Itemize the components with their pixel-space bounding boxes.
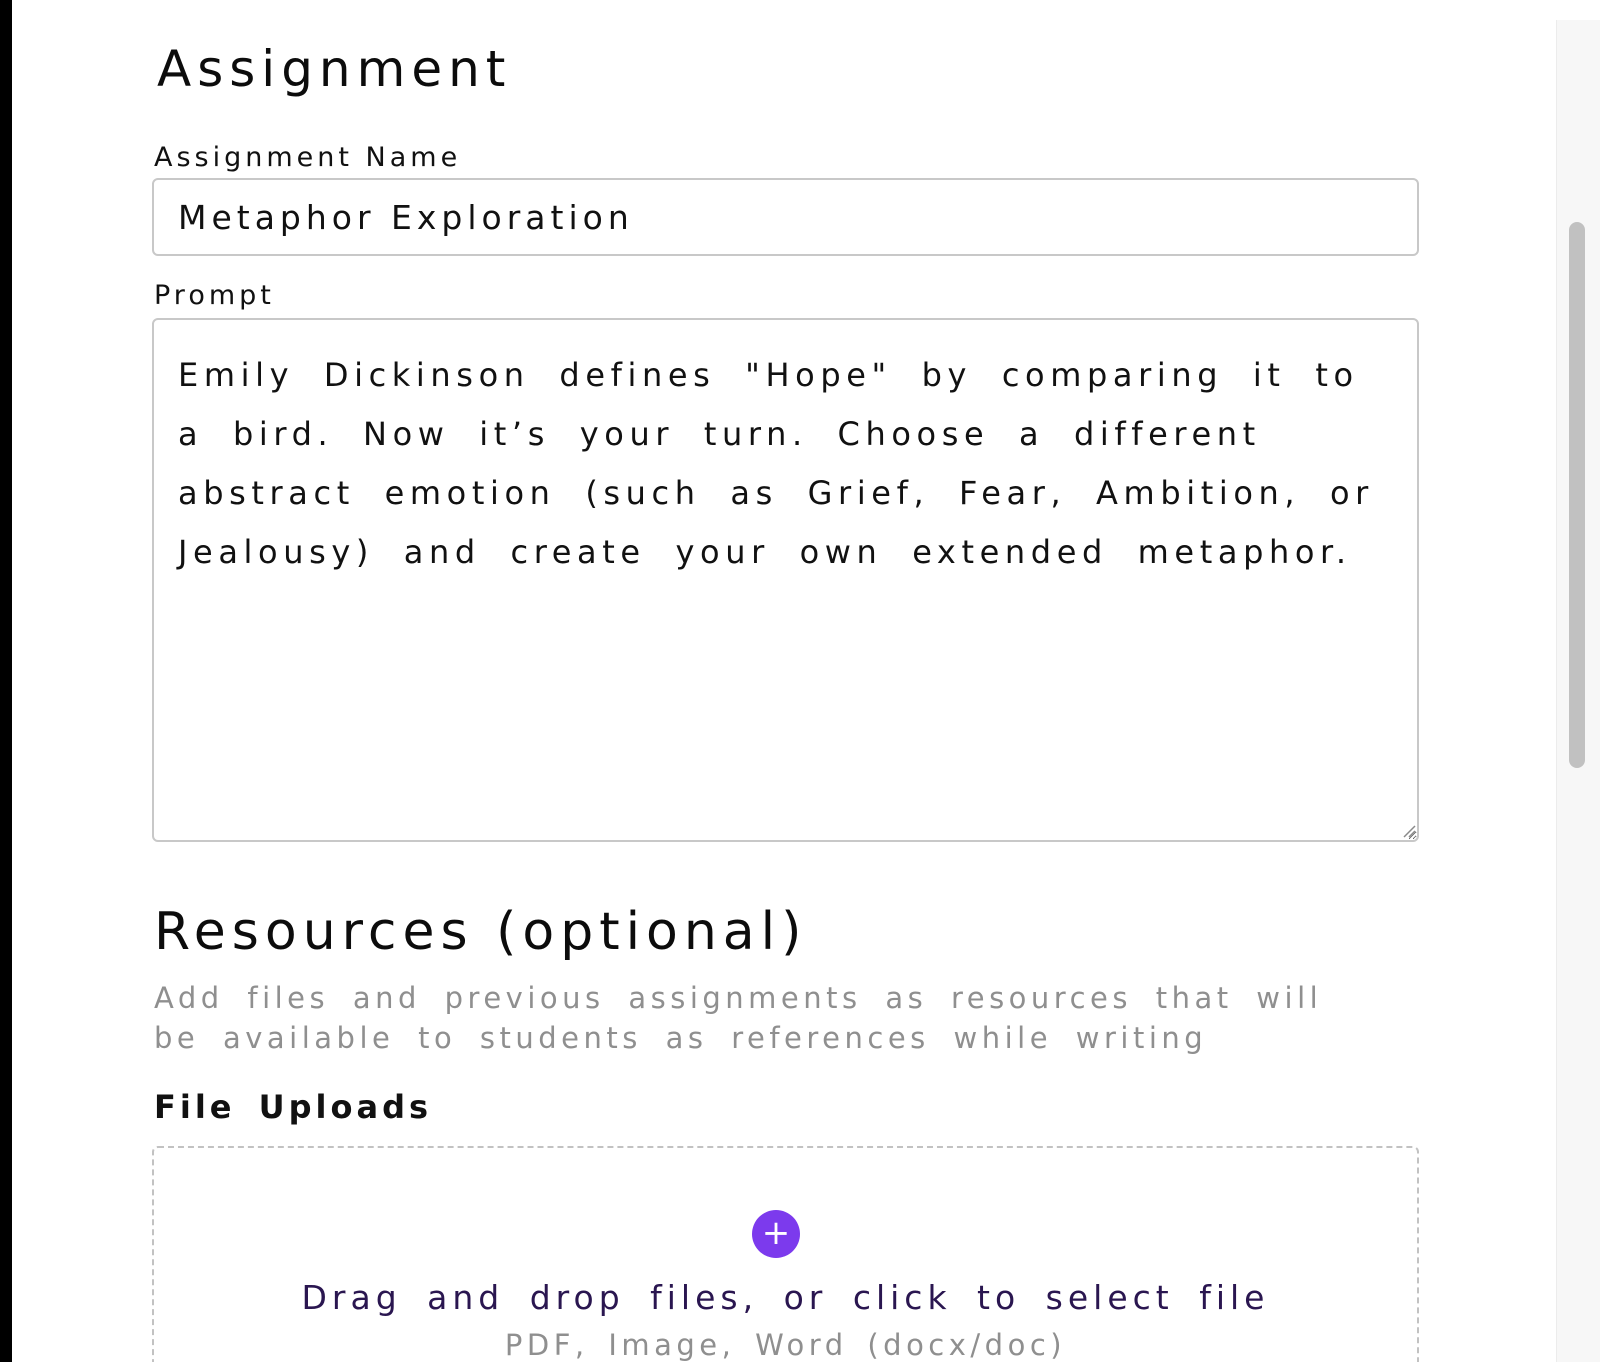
- assignment-name-label: Assignment Name: [154, 142, 462, 173]
- resize-grip-icon[interactable]: [1402, 824, 1416, 838]
- resources-heading: Resources (optional): [154, 902, 808, 962]
- assignment-name-input[interactable]: [152, 178, 1419, 256]
- prompt-label: Prompt: [154, 280, 275, 311]
- file-uploads-heading: File Uploads: [154, 1088, 433, 1126]
- assignment-heading: Assignment: [157, 40, 512, 98]
- dropzone-title: Drag and drop files, or click to select …: [301, 1278, 1270, 1317]
- plus-icon[interactable]: +: [752, 1210, 800, 1258]
- scrollbar-thumb[interactable]: [1569, 222, 1585, 768]
- prompt-textarea[interactable]: Emily Dickinson defines "Hope" by compar…: [152, 318, 1419, 842]
- file-dropzone[interactable]: + Drag and drop files, or click to selec…: [152, 1146, 1419, 1362]
- page: Assignment Assignment Name Prompt Emily …: [12, 0, 1600, 1362]
- dropzone-subtitle: PDF, Image, Word (docx/doc): [504, 1328, 1067, 1362]
- resources-description: Add files and previous assignments as re…: [154, 981, 1323, 1055]
